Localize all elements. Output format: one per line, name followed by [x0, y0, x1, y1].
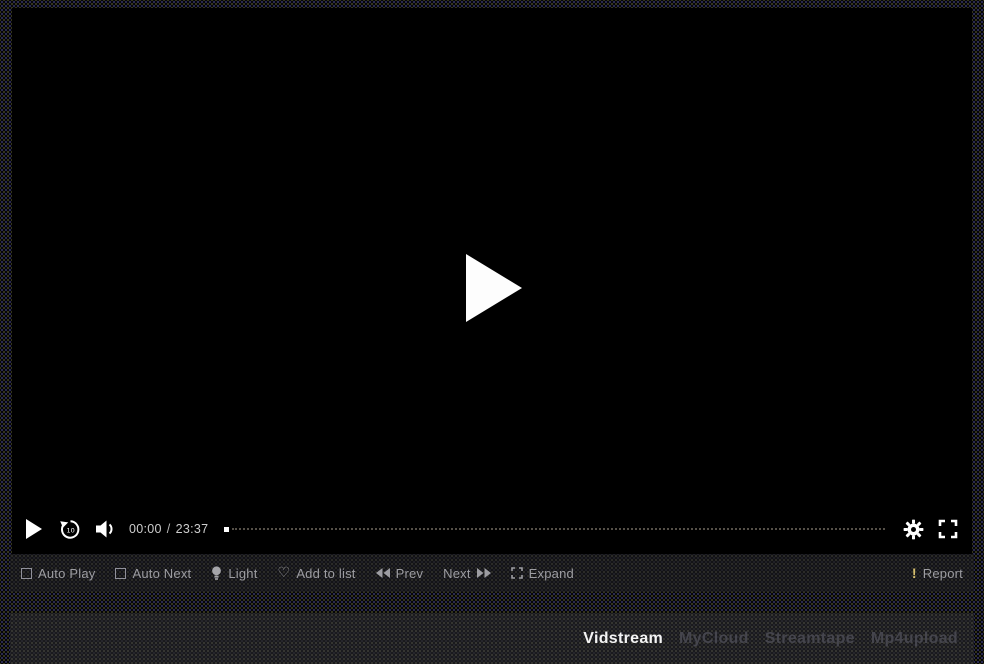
big-play-button[interactable]: [466, 254, 522, 322]
add-to-list-button[interactable]: ♡ Add to list: [278, 566, 356, 581]
expand-icon: [511, 567, 523, 579]
expand-button[interactable]: Expand: [511, 566, 574, 581]
prev-icon: [376, 568, 390, 578]
play-icon: [26, 519, 42, 539]
rewind-10-label: 10: [66, 526, 74, 534]
rewind-10-icon: 10: [59, 518, 82, 541]
settings-button[interactable]: [903, 519, 924, 540]
current-time: 00:00: [129, 522, 162, 536]
player-control-bar: 10 00:00 / 23:37: [12, 509, 972, 549]
player-toolbar: Auto Play Auto Next Light ♡ Add to list …: [10, 554, 974, 592]
prev-label: Prev: [396, 566, 424, 581]
time-separator: /: [167, 522, 171, 536]
prev-episode-button[interactable]: Prev: [376, 566, 424, 581]
checkbox-icon[interactable]: [115, 568, 126, 579]
report-label: Report: [923, 566, 963, 581]
expand-label: Expand: [529, 566, 574, 581]
video-player[interactable]: 10 00:00 / 23:37: [12, 8, 972, 554]
add-to-list-label: Add to list: [296, 566, 355, 581]
auto-play-label: Auto Play: [38, 566, 95, 581]
report-button[interactable]: ! Report: [912, 565, 963, 581]
rewind-10-button[interactable]: 10: [59, 518, 82, 541]
light-toggle[interactable]: Light: [211, 566, 257, 581]
lightbulb-icon: [211, 566, 222, 581]
auto-next-label: Auto Next: [132, 566, 191, 581]
volume-button[interactable]: [96, 520, 117, 538]
next-label: Next: [443, 566, 471, 581]
heart-icon: ♡: [278, 566, 291, 580]
duration: 23:37: [176, 522, 209, 536]
auto-play-toggle[interactable]: Auto Play: [21, 566, 95, 581]
server-tab-vidstream[interactable]: Vidstream: [583, 630, 663, 648]
fullscreen-button[interactable]: [938, 519, 958, 539]
fullscreen-icon: [938, 519, 958, 539]
seek-track[interactable]: [232, 528, 885, 530]
seek-thumb[interactable]: [224, 527, 229, 532]
report-exclamation-icon: !: [912, 565, 917, 581]
checkbox-icon[interactable]: [21, 568, 32, 579]
volume-icon: [96, 520, 117, 538]
page: { "player": { "controls": { "current_tim…: [0, 0, 984, 664]
play-button[interactable]: [26, 519, 42, 539]
seek-bar[interactable]: [224, 525, 887, 533]
server-panel: Vidstream MyCloud Streamtape Mp4upload: [10, 613, 974, 664]
next-episode-button[interactable]: Next: [443, 566, 491, 581]
server-tab-mp4upload[interactable]: Mp4upload: [871, 630, 958, 648]
gear-icon: [903, 519, 924, 540]
time-display: 00:00 / 23:37: [129, 522, 208, 536]
server-tab-streamtape[interactable]: Streamtape: [765, 630, 855, 648]
light-label: Light: [228, 566, 257, 581]
next-icon: [477, 568, 491, 578]
server-tab-mycloud[interactable]: MyCloud: [679, 630, 749, 648]
auto-next-toggle[interactable]: Auto Next: [115, 566, 191, 581]
